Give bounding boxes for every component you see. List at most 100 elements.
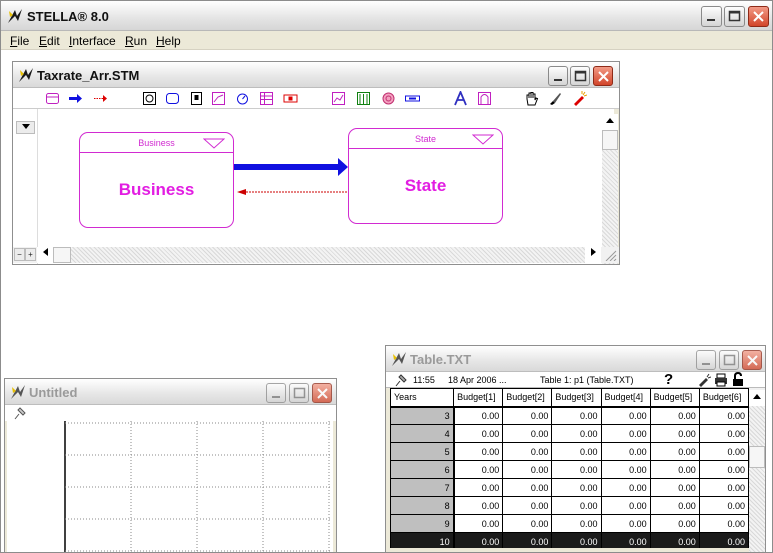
table-cell[interactable]: 0.00 — [551, 496, 602, 515]
table-minimize-button[interactable] — [696, 350, 716, 370]
scroll-track[interactable] — [749, 406, 765, 446]
app-title-bar[interactable]: STELLA® 8.0 — [1, 1, 772, 31]
help-button[interactable]: ? — [664, 371, 673, 388]
graph-pad-icon[interactable] — [235, 91, 250, 106]
table-cell[interactable]: 0.00 — [453, 424, 504, 443]
dynamite-icon[interactable] — [572, 91, 587, 106]
table-cell[interactable]: 0.00 — [698, 442, 749, 461]
table-cell[interactable]: 0.00 — [551, 424, 602, 443]
h-scroll-thumb[interactable] — [53, 247, 71, 263]
graph-close-button[interactable] — [312, 383, 332, 403]
sector-icon[interactable] — [211, 91, 226, 106]
module-business[interactable]: Business Business — [79, 132, 234, 228]
table-row[interactable]: 6 0.00 0.00 0.00 0.00 0.00 0.00 — [390, 460, 749, 479]
table-cell[interactable]: 0.00 — [502, 478, 553, 497]
table-cell[interactable]: 0.00 — [698, 478, 749, 497]
model-canvas[interactable]: Business Business State State — [38, 109, 614, 264]
scroll-up-button[interactable] — [749, 390, 765, 406]
table-cell[interactable]: 0.00 — [453, 442, 504, 461]
scroll-right-button[interactable] — [585, 247, 601, 263]
row-label[interactable]: 10 — [390, 532, 455, 548]
table-cell[interactable]: 0.00 — [600, 460, 651, 479]
table-cell[interactable]: 0.00 — [649, 496, 700, 515]
printer-icon[interactable] — [714, 373, 728, 389]
table-cell[interactable]: 0.00 — [600, 442, 651, 461]
menu-interface[interactable]: Interface — [69, 34, 116, 48]
table-cell[interactable]: 0.00 — [649, 532, 700, 548]
table-row[interactable]: 7 0.00 0.00 0.00 0.00 0.00 0.00 — [390, 478, 749, 497]
table-cell[interactable]: 0.00 — [502, 406, 553, 425]
table-cell[interactable]: 0.00 — [551, 442, 602, 461]
table-cell[interactable]: 0.00 — [551, 478, 602, 497]
text-icon[interactable] — [453, 91, 468, 106]
column-header[interactable]: Budget[4] — [600, 388, 651, 408]
table-close-button[interactable] — [742, 350, 762, 370]
menu-help[interactable]: Help — [156, 34, 181, 48]
table-row[interactable]: 10 0.00 0.00 0.00 0.00 0.00 0.00 — [390, 532, 749, 548]
module-icon[interactable] — [165, 91, 180, 106]
zoom-out-button[interactable]: − — [14, 248, 25, 261]
table-window-title-bar[interactable]: Table.TXT — [386, 346, 765, 372]
connector-icon[interactable] — [93, 91, 108, 106]
triangle-down-icon[interactable] — [203, 138, 225, 149]
table-row[interactable]: 8 0.00 0.00 0.00 0.00 0.00 0.00 — [390, 496, 749, 515]
table-cell[interactable]: 0.00 — [600, 514, 651, 533]
table-cell[interactable]: 0.00 — [649, 514, 700, 533]
app-close-button[interactable] — [748, 6, 769, 27]
table-cell[interactable]: 0.00 — [453, 496, 504, 515]
table-cell[interactable]: 0.00 — [698, 406, 749, 425]
column-header[interactable]: Budget[6] — [698, 388, 749, 408]
table-cell[interactable]: 0.00 — [649, 460, 700, 479]
app-minimize-button[interactable] — [701, 6, 722, 27]
row-label[interactable]: 3 — [390, 406, 455, 425]
table-cell[interactable]: 0.00 — [649, 442, 700, 461]
flow-icon[interactable] — [68, 91, 83, 106]
table-cell[interactable]: 0.00 — [600, 478, 651, 497]
table-cell[interactable]: 0.00 — [551, 532, 602, 548]
scroll-track[interactable] — [749, 468, 765, 552]
table-cell[interactable]: 0.00 — [698, 424, 749, 443]
column-header[interactable]: Budget[2] — [502, 388, 553, 408]
hand-icon[interactable] — [524, 91, 539, 106]
row-label[interactable]: 6 — [390, 460, 455, 479]
model-window-title-bar[interactable]: Taxrate_Arr.STM — [13, 62, 619, 88]
pin-icon[interactable] — [394, 373, 408, 389]
table-row[interactable]: 4 0.00 0.00 0.00 0.00 0.00 0.00 — [390, 424, 749, 443]
table-cell[interactable]: 0.00 — [698, 532, 749, 548]
row-label[interactable]: 9 — [390, 514, 455, 533]
column-header[interactable]: Years — [390, 388, 455, 408]
model-minimize-button[interactable] — [548, 66, 568, 86]
zoom-in-button[interactable]: + — [25, 248, 36, 261]
slider-icon[interactable] — [331, 91, 346, 106]
menu-run[interactable]: Run — [125, 34, 147, 48]
numeric-display-icon[interactable] — [283, 91, 298, 106]
model-vertical-scrollbar[interactable] — [602, 114, 618, 264]
table-cell[interactable]: 0.00 — [600, 532, 651, 548]
resize-grip-icon[interactable] — [603, 249, 617, 262]
table-grid[interactable]: Years Budget[1] Budget[2] Budget[3] Budg… — [390, 388, 749, 548]
scroll-left-button[interactable] — [37, 247, 53, 263]
table-cell[interactable]: 0.00 — [453, 406, 504, 425]
table-cell[interactable]: 0.00 — [502, 496, 553, 515]
scroll-thumb[interactable] — [749, 446, 765, 468]
table-cell[interactable]: 0.00 — [698, 460, 749, 479]
column-header[interactable]: Budget[1] — [453, 388, 504, 408]
graph-minimize-button[interactable] — [266, 383, 286, 403]
lock-icon[interactable] — [732, 371, 744, 389]
table-cell[interactable]: 0.00 — [649, 406, 700, 425]
menu-file[interactable]: File — [10, 34, 29, 48]
table-cell[interactable]: 0.00 — [453, 532, 504, 548]
table-cell[interactable]: 0.00 — [551, 460, 602, 479]
table-cell[interactable]: 0.00 — [502, 514, 553, 533]
graph-plot-area[interactable] — [7, 421, 333, 552]
text-block-icon[interactable] — [405, 91, 420, 106]
graph-window-title-bar[interactable]: Untitled — [5, 379, 336, 405]
table-cell[interactable]: 0.00 — [502, 442, 553, 461]
table-row[interactable]: 3 0.00 0.00 0.00 0.00 0.00 0.00 — [390, 406, 749, 425]
knob-icon[interactable] — [356, 91, 371, 106]
stock-icon[interactable] — [45, 91, 60, 106]
column-header[interactable]: Budget[3] — [551, 388, 602, 408]
table-cell[interactable]: 0.00 — [600, 406, 651, 425]
table-cell[interactable]: 0.00 — [551, 514, 602, 533]
table-cell[interactable]: 0.00 — [649, 424, 700, 443]
